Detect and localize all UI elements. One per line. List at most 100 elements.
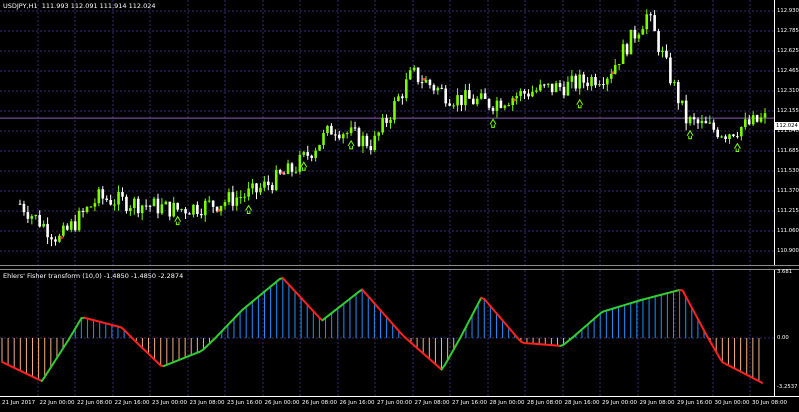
candle[interactable] bbox=[322, 129, 325, 149]
candle[interactable] bbox=[207, 196, 211, 203]
candle[interactable] bbox=[314, 147, 317, 162]
candle[interactable] bbox=[661, 46, 664, 58]
candle[interactable] bbox=[456, 88, 459, 112]
candle[interactable] bbox=[235, 191, 239, 211]
candle[interactable] bbox=[377, 131, 381, 141]
candle[interactable] bbox=[546, 83, 550, 88]
candle[interactable] bbox=[507, 102, 511, 107]
candle[interactable] bbox=[184, 207, 187, 220]
candle[interactable] bbox=[519, 88, 522, 102]
candle[interactable] bbox=[306, 145, 310, 160]
candle[interactable] bbox=[125, 194, 128, 214]
candle[interactable] bbox=[373, 130, 377, 153]
candle[interactable] bbox=[345, 131, 349, 139]
candle[interactable] bbox=[657, 28, 660, 56]
candle[interactable] bbox=[247, 181, 250, 201]
candle[interactable] bbox=[219, 205, 223, 216]
candle[interactable] bbox=[401, 93, 404, 105]
candle[interactable] bbox=[483, 88, 487, 100]
candle[interactable] bbox=[389, 117, 392, 129]
candle[interactable] bbox=[34, 214, 38, 220]
candle[interactable] bbox=[653, 10, 656, 32]
candle[interactable] bbox=[393, 97, 396, 124]
candle[interactable] bbox=[763, 108, 767, 124]
candle[interactable] bbox=[436, 86, 440, 95]
candle[interactable] bbox=[200, 208, 203, 219]
candle[interactable] bbox=[22, 200, 26, 216]
candle[interactable] bbox=[341, 132, 345, 144]
candle[interactable] bbox=[164, 200, 168, 205]
candle[interactable] bbox=[192, 204, 195, 218]
candle[interactable] bbox=[613, 59, 617, 75]
candle[interactable] bbox=[491, 105, 495, 115]
candle[interactable] bbox=[535, 87, 538, 94]
candle[interactable] bbox=[160, 198, 164, 215]
candle[interactable] bbox=[50, 234, 53, 247]
candle[interactable] bbox=[716, 127, 719, 139]
candle[interactable] bbox=[109, 194, 112, 206]
candle[interactable] bbox=[649, 12, 652, 22]
candle[interactable] bbox=[680, 100, 684, 106]
candle[interactable] bbox=[310, 154, 313, 162]
candle[interactable] bbox=[539, 79, 542, 92]
candle[interactable] bbox=[464, 84, 467, 111]
candle[interactable] bbox=[176, 202, 179, 212]
candle[interactable] bbox=[570, 70, 574, 89]
candle[interactable] bbox=[353, 121, 357, 132]
candle[interactable] bbox=[365, 133, 369, 149]
candle[interactable] bbox=[629, 29, 633, 55]
candle[interactable] bbox=[223, 199, 227, 210]
candle[interactable] bbox=[645, 9, 649, 35]
candle[interactable] bbox=[740, 126, 743, 141]
candle[interactable] bbox=[728, 133, 731, 144]
price-scale[interactable]: 112.930 112.785 112.625 112.465 112.310 112.1… bbox=[774, 0, 799, 265]
candle[interactable] bbox=[542, 83, 546, 89]
candle[interactable] bbox=[77, 207, 81, 232]
candle[interactable] bbox=[255, 182, 258, 200]
candle[interactable] bbox=[298, 150, 302, 175]
candle[interactable] bbox=[357, 126, 361, 148]
candle[interactable] bbox=[105, 195, 109, 202]
candle[interactable] bbox=[472, 94, 475, 105]
candle[interactable] bbox=[369, 139, 373, 155]
chart-window[interactable]: USDJPY,H1 111.993 112.091 111.914 112.02… bbox=[0, 0, 799, 412]
candle[interactable] bbox=[432, 83, 436, 95]
candle[interactable] bbox=[54, 236, 57, 246]
candle[interactable] bbox=[566, 76, 570, 96]
candle[interactable] bbox=[720, 135, 723, 139]
candle[interactable] bbox=[574, 73, 578, 92]
candle[interactable] bbox=[361, 131, 365, 153]
candle[interactable] bbox=[428, 78, 432, 89]
candle[interactable] bbox=[625, 42, 629, 57]
candle[interactable] bbox=[270, 182, 274, 194]
indicator-scale[interactable]: 3.681 0.00 -3.2537 bbox=[774, 269, 799, 396]
candle[interactable] bbox=[676, 79, 680, 110]
candle[interactable] bbox=[30, 214, 34, 225]
candlestick-chart[interactable] bbox=[0, 0, 774, 265]
price-chart-pane[interactable]: USDJPY,H1 111.993 112.091 111.914 112.02… bbox=[0, 0, 774, 265]
candle[interactable] bbox=[515, 92, 518, 105]
candle[interactable] bbox=[751, 111, 755, 127]
candle[interactable] bbox=[278, 168, 282, 175]
candle[interactable] bbox=[243, 193, 246, 203]
candle[interactable] bbox=[113, 199, 116, 211]
candle[interactable] bbox=[404, 72, 408, 102]
candle[interactable] bbox=[755, 114, 759, 123]
candle[interactable] bbox=[696, 117, 700, 129]
candle[interactable] bbox=[152, 196, 156, 207]
candle[interactable] bbox=[499, 98, 503, 109]
candle[interactable] bbox=[582, 71, 585, 89]
candle[interactable] bbox=[274, 165, 278, 192]
candle[interactable] bbox=[62, 222, 65, 238]
time-scale[interactable]: 21 Jun 2017 22 Jun 00:00 22 Jun 08:00 22 Ju… bbox=[0, 396, 799, 412]
candle[interactable] bbox=[85, 205, 89, 214]
candle[interactable] bbox=[188, 212, 191, 215]
candle[interactable] bbox=[73, 214, 77, 232]
candle[interactable] bbox=[180, 208, 183, 213]
candle[interactable] bbox=[26, 205, 30, 223]
candle[interactable] bbox=[385, 114, 388, 127]
candle[interactable] bbox=[495, 96, 499, 118]
candle[interactable] bbox=[621, 39, 625, 65]
candle[interactable] bbox=[511, 95, 515, 111]
candle[interactable] bbox=[743, 112, 747, 130]
